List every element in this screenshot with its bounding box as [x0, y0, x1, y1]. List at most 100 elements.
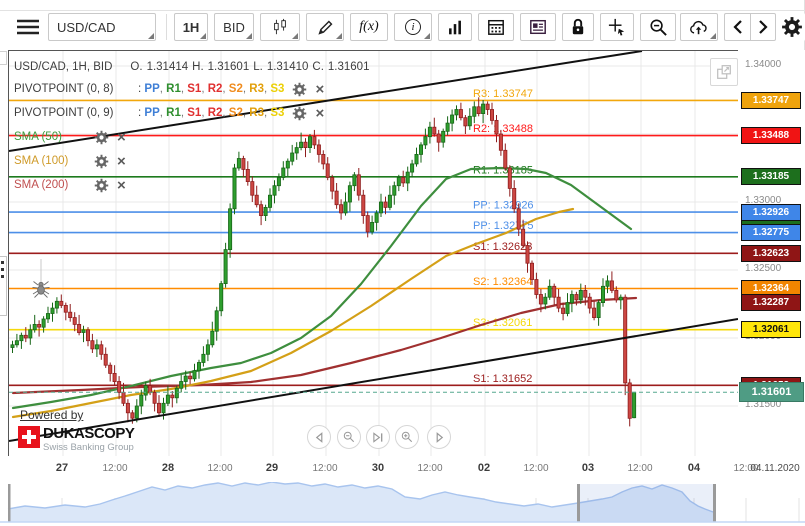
- gear-icon[interactable]: [94, 154, 109, 169]
- time-axis-label: 12:00: [417, 463, 443, 474]
- info-icon: i: [405, 19, 421, 35]
- price-axis-badge: 1.32061: [741, 321, 801, 338]
- svg-text:R1: 1.33185: R1: 1.33185: [473, 164, 533, 176]
- detach-chart-button[interactable]: [710, 58, 738, 86]
- navigator-handle-right[interactable]: [713, 484, 716, 522]
- chart-type-button[interactable]: [260, 13, 300, 41]
- low-value: 1.31410: [266, 61, 309, 73]
- gear-icon[interactable]: [292, 106, 307, 121]
- price-axis[interactable]: 1.340001.330001.325001.320001.315001.337…: [738, 50, 805, 456]
- chevron-left-icon: [732, 20, 742, 34]
- pivot-level-link-r3[interactable]: R3: [249, 83, 264, 95]
- time-axis-label: 03: [581, 462, 595, 474]
- time-axis-label: 12:00: [523, 463, 549, 474]
- divider: [0, 10, 805, 11]
- zoom-in-chart-button[interactable]: [395, 425, 419, 449]
- pivot-level-link-r1[interactable]: R1: [166, 83, 181, 95]
- scroll-left-button[interactable]: [724, 13, 750, 41]
- navigator-selection[interactable]: [579, 484, 713, 522]
- calendar-button[interactable]: [478, 13, 514, 41]
- pivot-level-link-s2[interactable]: S2: [229, 107, 243, 119]
- close-label: C.: [312, 61, 324, 73]
- side-label: BID: [223, 19, 245, 35]
- sma-legend-row: SMA (50) ×: [14, 125, 373, 149]
- pivot-level-link-pp[interactable]: PP: [144, 107, 159, 119]
- pivot-level-link-pp[interactable]: PP: [144, 83, 159, 95]
- settings-button[interactable]: [779, 13, 805, 41]
- price-axis-badge: 1.32623: [741, 245, 801, 262]
- zoom-out-button[interactable]: [640, 13, 676, 41]
- pivot-level-link-s2[interactable]: S2: [229, 83, 243, 95]
- crosshair-button[interactable]: [600, 13, 634, 41]
- time-axis-label: 12:00: [627, 463, 653, 474]
- pivot-level-link-s3[interactable]: S3: [270, 83, 284, 95]
- draw-tools-button[interactable]: [306, 13, 344, 41]
- chevron-down-icon: [424, 33, 430, 39]
- price-axis-badge: 1.32775: [741, 224, 801, 241]
- pivot-level-link-r2[interactable]: R2: [208, 83, 223, 95]
- volume-button[interactable]: [438, 13, 472, 41]
- time-axis-label: 27: [55, 462, 69, 474]
- chevron-right-icon: [759, 20, 768, 34]
- pan-right-button[interactable]: [427, 425, 451, 449]
- scroll-right-button[interactable]: [750, 13, 776, 41]
- lock-icon: [572, 18, 584, 35]
- pivot-level-link-s1[interactable]: S1: [187, 83, 201, 95]
- panel-drag-handle[interactable]: [0, 256, 7, 316]
- close-icon[interactable]: ×: [315, 82, 324, 97]
- high-label: H.: [192, 61, 204, 73]
- time-axis-label: 04: [687, 462, 701, 474]
- close-icon[interactable]: ×: [315, 106, 324, 121]
- chart-navigator[interactable]: [0, 482, 805, 526]
- time-axis-label: 12:00: [207, 463, 233, 474]
- indicator-name: SMA (50): [14, 131, 62, 143]
- dukascopy-logo[interactable]: DUKASCOPY Swiss Banking Group: [18, 426, 135, 453]
- go-to-latest-button[interactable]: [366, 425, 390, 449]
- price-axis-label: 1.34000: [745, 59, 782, 70]
- pivot-level-link-s3[interactable]: S3: [270, 107, 284, 119]
- period-label: 1H: [182, 19, 200, 35]
- low-label: L.: [253, 61, 263, 73]
- pivot-legend-row: PIVOTPOINT (0, 8) : PP, R1, S1, R2, S2, …: [14, 77, 373, 101]
- close-icon[interactable]: ×: [117, 178, 126, 193]
- bar-chart-icon: [449, 20, 461, 34]
- close-icon[interactable]: ×: [117, 130, 126, 145]
- pivot-level-link-r2[interactable]: R2: [208, 107, 223, 119]
- indicator-name: PIVOTPOINT (0, 8): [14, 83, 114, 95]
- indicator-name: SMA (200): [14, 179, 69, 191]
- instrument-select[interactable]: USD/CAD: [48, 13, 156, 41]
- indicators-button[interactable]: f(x): [350, 13, 388, 41]
- info-button[interactable]: i: [394, 13, 432, 41]
- price-axis-badge: 1.33185: [741, 168, 801, 185]
- current-price-badge: 1.31601: [739, 382, 804, 402]
- pivot-level-link-r1[interactable]: R1: [166, 107, 181, 119]
- side-select[interactable]: BID: [214, 13, 254, 41]
- news-button[interactable]: [520, 13, 556, 41]
- menu-button[interactable]: [12, 13, 44, 41]
- gear-icon[interactable]: [94, 130, 109, 145]
- chevron-down-icon: [200, 33, 206, 39]
- time-axis-label: 12:00: [102, 463, 128, 474]
- navigator-handle-left[interactable]: [577, 484, 580, 522]
- zoom-out-chart-button[interactable]: [337, 425, 361, 449]
- export-button[interactable]: [680, 13, 718, 41]
- pan-left-button[interactable]: [307, 425, 331, 449]
- gear-icon[interactable]: [292, 82, 307, 97]
- powered-by-link[interactable]: Powered by: [20, 408, 83, 422]
- indicator-name: PIVOTPOINT (0, 9): [14, 107, 114, 119]
- time-axis[interactable]: 27 12:00 28 12:00 29 12:00 30 12:00 02 12:00 03 12:…: [0, 456, 805, 482]
- chart-legend: USD/CAD, 1H, BID O. 1.31414 H. 1.31601 L. 1…: [14, 57, 373, 197]
- zoom-in-icon: [401, 431, 413, 443]
- swiss-flag-icon: [18, 426, 40, 448]
- chevron-down-icon: [148, 33, 154, 39]
- period-select[interactable]: 1H: [174, 13, 208, 41]
- open-in-window-icon: [717, 65, 731, 79]
- brand-subtitle: Swiss Banking Group: [43, 442, 134, 453]
- pivot-level-link-s1[interactable]: S1: [187, 107, 201, 119]
- price-axis-badge: 1.33488: [741, 127, 801, 144]
- close-icon[interactable]: ×: [117, 154, 126, 169]
- lock-button[interactable]: [562, 13, 594, 41]
- crosshair-cursor-icon: [608, 18, 625, 36]
- pivot-level-link-r3[interactable]: R3: [249, 107, 264, 119]
- gear-icon[interactable]: [94, 178, 109, 193]
